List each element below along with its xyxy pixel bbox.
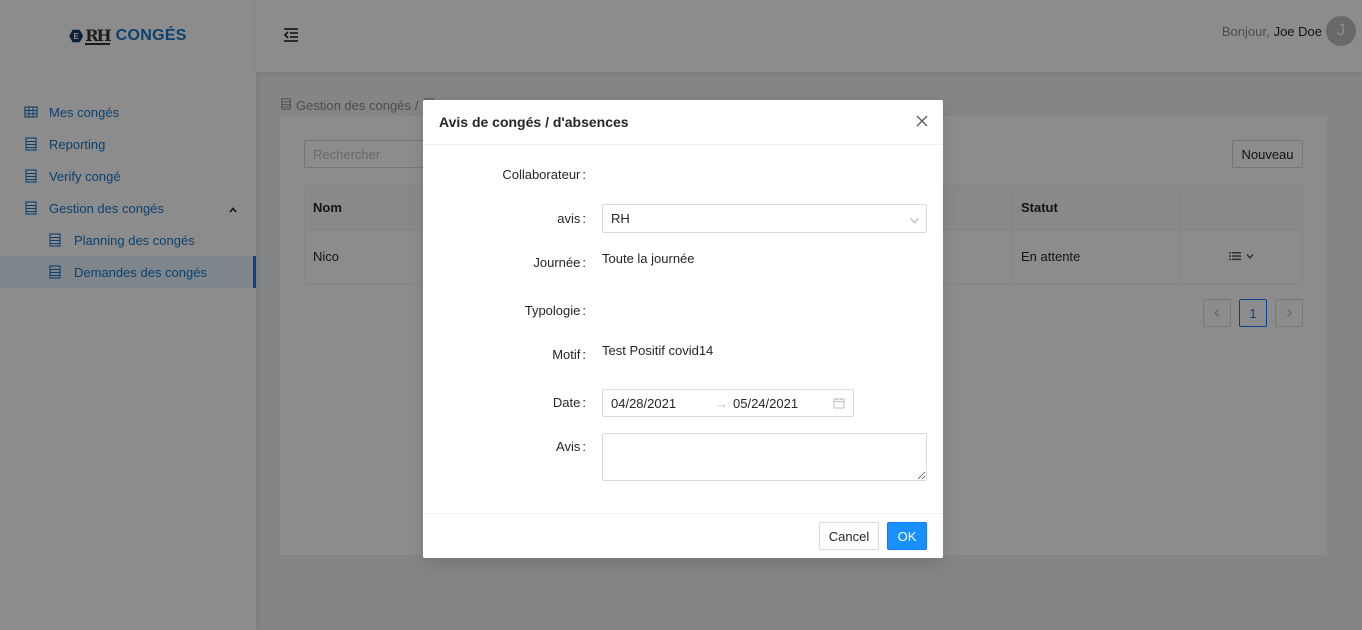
avis-modal: Avis de congés / d'absences Collaborateu… <box>423 100 943 558</box>
field-label: avis: <box>557 211 586 226</box>
arrow-right-icon: → <box>715 395 728 411</box>
field-label: Typologie: <box>524 303 586 318</box>
date-start-input[interactable]: 04/28/2021 <box>611 396 715 411</box>
field-journee: Journée: Toute la journée <box>423 251 943 270</box>
field-date: Date: 04/28/2021 → 05/24/2021 <box>423 389 943 417</box>
calendar-icon <box>833 397 845 412</box>
field-avis-text: Avis: <box>423 433 943 481</box>
field-label: Avis: <box>556 439 586 454</box>
avis-textarea[interactable] <box>602 433 927 481</box>
date-range-picker[interactable]: 04/28/2021 → 05/24/2021 <box>602 389 854 417</box>
cancel-button[interactable]: Cancel <box>819 522 879 550</box>
field-label: Collaborateur: <box>502 167 586 182</box>
motif-value: Test Positif covid14 <box>602 343 714 358</box>
field-motif: Motif: Test Positif covid14 <box>423 343 943 362</box>
field-avis-select: avis: RH <box>423 204 943 233</box>
modal-header: Avis de congés / d'absences <box>423 100 943 145</box>
field-label: Motif: <box>552 347 586 362</box>
avis-select-value: RH <box>611 211 630 226</box>
date-end-input[interactable]: 05/24/2021 <box>733 396 831 411</box>
field-label: Date: <box>552 395 586 410</box>
ok-button[interactable]: OK <box>887 522 927 550</box>
chevron-down-icon <box>909 214 920 229</box>
journee-value: Toute la journée <box>602 251 695 266</box>
modal-title: Avis de congés / d'absences <box>439 114 629 130</box>
close-icon[interactable] <box>915 114 929 128</box>
field-typologie: Typologie: <box>423 303 943 318</box>
modal-footer: Cancel OK <box>423 513 943 558</box>
avis-select[interactable]: RH <box>602 204 927 233</box>
field-collaborateur: Collaborateur: <box>423 167 943 182</box>
field-label: Journée: <box>533 255 586 270</box>
